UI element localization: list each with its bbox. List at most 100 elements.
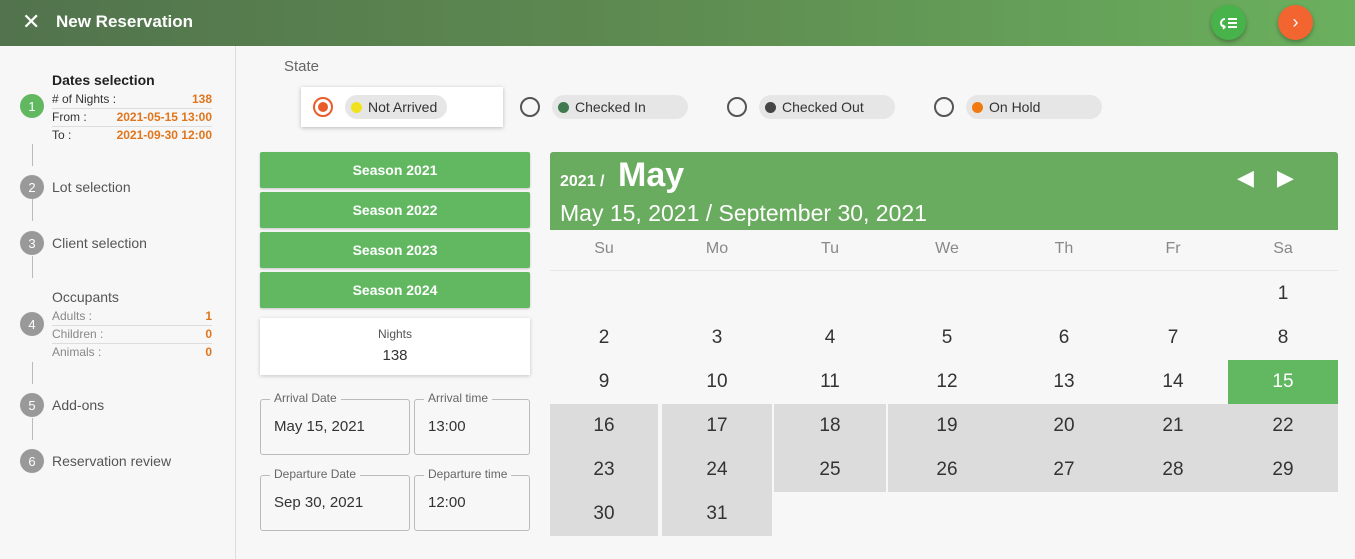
weekday-label: Su	[594, 240, 614, 257]
weekday-label: Th	[1054, 240, 1074, 257]
state-option-checked-out[interactable]: Checked Out	[715, 87, 895, 127]
field-label: Arrival time	[424, 391, 493, 405]
radio-button[interactable]	[313, 97, 333, 117]
state-pill: Checked Out	[759, 95, 895, 119]
next-button[interactable]: ›	[1278, 5, 1313, 40]
status-dot-icon	[558, 101, 569, 113]
season-2022-button[interactable]: Season 2022	[260, 192, 530, 228]
calendar-day[interactable]: 30	[550, 492, 658, 536]
steps-sidebar: 1 Dates selection # of Nights :138 From …	[0, 46, 236, 559]
calendar-day[interactable]: 27	[1006, 448, 1122, 492]
checklist-button[interactable]	[1211, 5, 1246, 40]
field-value: May 15, 2021	[274, 418, 365, 435]
step-label: Lot selection	[52, 179, 131, 195]
calendar-day[interactable]: 29	[1228, 448, 1338, 492]
step-label: Dates selection	[52, 72, 155, 88]
nights-card: Nights 138	[260, 318, 530, 375]
step-label: Reservation review	[52, 453, 172, 469]
calendar-day[interactable]: 14	[1118, 360, 1228, 404]
step-label: Client selection	[52, 235, 147, 251]
calendar-day[interactable]: 26	[888, 448, 1006, 492]
calendar-day[interactable]: 8	[1228, 316, 1338, 360]
season-2024-button[interactable]: Season 2024	[260, 272, 530, 308]
state-option-checked-in[interactable]: Checked In	[508, 87, 688, 127]
field-value: 13:00	[428, 418, 466, 435]
calendar-day[interactable]: 5	[888, 316, 1006, 360]
state-option-not-arrived[interactable]: Not Arrived	[301, 87, 503, 127]
step-number: 1	[20, 94, 44, 118]
children-summary-row: Children :0	[52, 327, 212, 344]
calendar-day[interactable]: 22	[1228, 404, 1338, 448]
calendar-day[interactable]: 19	[888, 404, 1006, 448]
field-value: 12:00	[428, 494, 466, 511]
calendar-day[interactable]: 17	[662, 404, 772, 448]
calendar-day[interactable]: 25	[774, 448, 886, 492]
nights-value: 138	[382, 347, 408, 364]
arrival-date-field[interactable]: Arrival Date May 15, 2021	[260, 391, 410, 455]
field-label: Departure time	[424, 467, 512, 481]
calendar-day[interactable]: 20	[1006, 404, 1122, 448]
calendar-day[interactable]: 6	[1006, 316, 1122, 360]
step-connector	[32, 256, 33, 278]
calendar-year[interactable]: 2021 /	[560, 173, 604, 191]
calendar-day[interactable]: 11	[774, 360, 886, 404]
weekday-label: Tu	[820, 240, 840, 257]
step-connector	[32, 418, 33, 440]
top-bar: ✕ New Reservation ›	[0, 0, 1355, 46]
calendar-month[interactable]: May	[618, 156, 684, 195]
calendar-day[interactable]: 1	[1228, 272, 1338, 316]
nights-label: Nights	[377, 327, 412, 341]
calendar-day[interactable]: 9	[550, 360, 658, 404]
calendar-day[interactable]: 3	[662, 316, 772, 360]
calendar-day[interactable]: 24	[662, 448, 772, 492]
calendar-day[interactable]: 7	[1118, 316, 1228, 360]
radio-button[interactable]	[934, 97, 954, 117]
calendar-header: 2021 / May May 15, 2021 / September 30, …	[550, 152, 1338, 230]
step-label: Occupants	[52, 289, 119, 305]
adults-summary-row: Adults :1	[52, 309, 212, 326]
close-icon[interactable]: ✕	[22, 10, 44, 34]
step-label: Add-ons	[52, 397, 105, 413]
step-number: 4	[20, 312, 44, 336]
step-number: 2	[20, 175, 44, 199]
step-connector	[32, 199, 33, 221]
prev-month-icon[interactable]: ◀	[1237, 165, 1254, 191]
calendar-day[interactable]: 12	[888, 360, 1006, 404]
arrival-time-field[interactable]: Arrival time 13:00	[414, 391, 530, 455]
to-summary-row: To :2021-09-30 12:00	[52, 128, 212, 142]
field-label: Arrival Date	[270, 391, 341, 405]
calendar-day[interactable]: 4	[774, 316, 886, 360]
step-number: 6	[20, 449, 44, 473]
state-pill: Checked In	[552, 95, 688, 119]
status-dot-icon	[351, 101, 362, 113]
state-label: State	[284, 58, 320, 75]
calendar-day[interactable]: 15	[1228, 360, 1338, 404]
season-2023-button[interactable]: Season 2023	[260, 232, 530, 268]
weekday-label: Mo	[705, 240, 729, 257]
step-connector	[32, 362, 33, 384]
animals-summary-row: Animals :0	[52, 345, 212, 359]
calendar-day[interactable]: 2	[550, 316, 658, 360]
step-number: 3	[20, 231, 44, 255]
field-label: Departure Date	[270, 467, 361, 481]
checklist-icon	[1219, 17, 1237, 30]
calendar-day[interactable]: 16	[550, 404, 658, 448]
field-value: Sep 30, 2021	[274, 494, 364, 511]
calendar-day[interactable]: 13	[1006, 360, 1122, 404]
state-option-on-hold[interactable]: On Hold	[922, 87, 1102, 127]
radio-button[interactable]	[520, 97, 540, 117]
calendar-day[interactable]: 28	[1118, 448, 1228, 492]
departure-date-field[interactable]: Departure Date Sep 30, 2021	[260, 467, 410, 531]
season-2021-button[interactable]: Season 2021	[260, 152, 530, 188]
weekday-label: Sa	[1273, 240, 1293, 257]
radio-button[interactable]	[727, 97, 747, 117]
calendar-day[interactable]: 23	[550, 448, 658, 492]
calendar-day[interactable]: 10	[662, 360, 772, 404]
calendar-day[interactable]: 31	[662, 492, 772, 536]
calendar-day[interactable]: 18	[774, 404, 886, 448]
calendar-range: May 15, 2021 / September 30, 2021	[560, 200, 927, 226]
departure-time-field[interactable]: Departure time 12:00	[414, 467, 530, 531]
divider	[550, 270, 1338, 271]
calendar-day[interactable]: 21	[1118, 404, 1228, 448]
next-month-icon[interactable]: ▶	[1277, 165, 1294, 191]
